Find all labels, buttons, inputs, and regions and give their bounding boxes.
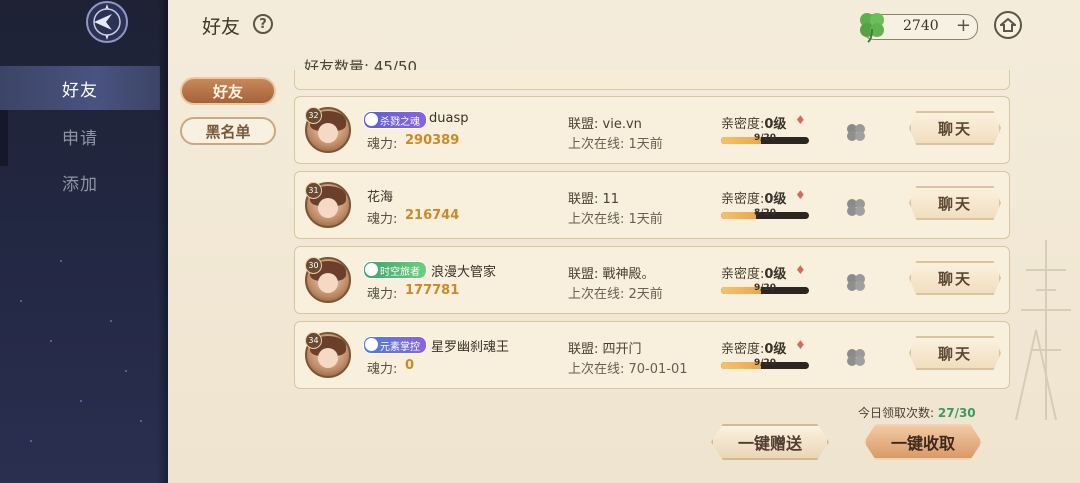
friend-name: duasp <box>429 111 469 126</box>
clover-gift-icon[interactable] <box>845 346 867 368</box>
currency-display: 2740 + <box>860 13 978 43</box>
level-badge: 32 <box>305 107 322 124</box>
friend-name: 浪漫大管家 <box>431 265 497 280</box>
last-online: 上次在线: 70-01-01 <box>568 362 688 377</box>
last-online: 上次在线: 1天前 <box>568 212 663 227</box>
clover-gift-icon[interactable] <box>845 271 867 293</box>
soul-label: 魂力: <box>367 137 398 152</box>
soul-value: 290389 <box>405 133 460 148</box>
sidebar-item-requests[interactable]: 申请 <box>0 114 160 158</box>
alliance: 联盟: 四开门 <box>568 342 642 357</box>
level-badge: 31 <box>305 182 322 199</box>
soul-label: 魂力: <box>367 362 398 377</box>
heart-icon: ♦ <box>795 188 806 202</box>
tab-label: 黑名单 <box>205 122 251 141</box>
last-online: 上次在线: 2天前 <box>568 287 663 302</box>
friend-card: 31 花海 魂力: 216744 联盟: 11 上次在线: 1天前 亲密度:0级… <box>294 171 1010 239</box>
clover-icon <box>860 13 884 43</box>
sidebar-item-label: 申请 <box>62 128 98 149</box>
intimacy-text: 亲密度: <box>721 267 765 282</box>
friend-card: 30 时空旅者 浪漫大管家 魂力: 177781 联盟: 戰神殿。 上次在线: … <box>294 246 1010 314</box>
title-badge-label: 时空旅者 <box>380 266 420 278</box>
intimacy-label: 亲密度:0级 <box>721 113 786 132</box>
intimacy-label: 亲密度:0级 <box>721 188 786 207</box>
emblem-icon <box>86 1 128 43</box>
friend-name: 花海 <box>367 190 394 205</box>
intimacy-level: 0级 <box>764 192 787 207</box>
add-currency-button[interactable]: + <box>956 15 971 36</box>
heart-icon: ♦ <box>795 338 806 352</box>
background-sketch <box>1015 240 1071 421</box>
title-badge: 杀戮之魂 <box>363 111 427 129</box>
title-badge-label: 元素掌控 <box>380 341 420 353</box>
intimacy-label: 亲密度:0级 <box>721 338 786 357</box>
tab-label: 好友 <box>212 82 243 101</box>
home-icon <box>1000 18 1016 32</box>
chat-button[interactable]: 聊天 <box>909 186 1001 220</box>
intimacy-progress: 9/20 <box>753 358 777 368</box>
soul-label: 魂力: <box>367 287 398 302</box>
intimacy-progress: 9/20 <box>753 133 777 143</box>
heart-icon: ♦ <box>795 263 806 277</box>
heart-icon: ♦ <box>795 113 806 127</box>
soul-value: 0 <box>405 358 415 373</box>
sidebar: 好友 申请 添加 <box>0 0 168 483</box>
level-badge: 30 <box>305 257 322 274</box>
soul-value: 216744 <box>405 208 460 223</box>
soul-value: 177781 <box>405 283 460 298</box>
list-top-edge <box>294 70 1010 90</box>
soul-label: 魂力: <box>367 212 398 227</box>
daily-claims-label: 今日领取次数: <box>858 406 935 420</box>
home-button[interactable] <box>994 11 1022 39</box>
question-icon[interactable]: ? <box>253 14 273 34</box>
intimacy-text: 亲密度: <box>721 342 765 357</box>
currency-amount: 2740 <box>903 18 939 34</box>
intimacy-progress: 8/20 <box>753 208 777 218</box>
alliance: 联盟: 11 <box>568 192 620 207</box>
intimacy-text: 亲密度: <box>721 192 765 207</box>
daily-claims-value: 27/30 <box>937 406 976 420</box>
intimacy-progress: 9/20 <box>753 283 777 293</box>
daily-claims: 今日领取次数: 27/30 <box>858 404 976 421</box>
claim-all-button[interactable]: 一键收取 <box>864 424 982 460</box>
friend-card: 32 杀戮之魂 duasp 魂力: 290389 联盟: vie.vn 上次在线… <box>294 96 1010 164</box>
intimacy-level: 0级 <box>764 117 787 132</box>
alliance: 联盟: 戰神殿。 <box>568 267 655 282</box>
level-badge: 34 <box>305 332 322 349</box>
title-badge: 时空旅者 <box>363 261 427 279</box>
sidebar-item-label: 添加 <box>62 174 98 195</box>
chat-button[interactable]: 聊天 <box>909 336 1001 370</box>
friend-card: 34 元素掌控 星罗幽刹魂王 魂力: 0 联盟: 四开门 上次在线: 70-01… <box>294 321 1010 389</box>
title-badge-label: 杀戮之魂 <box>380 116 420 128</box>
friend-name: 星罗幽刹魂王 <box>431 340 510 355</box>
alliance: 联盟: vie.vn <box>568 117 642 132</box>
chat-button[interactable]: 聊天 <box>909 261 1001 295</box>
clover-gift-icon[interactable] <box>845 196 867 218</box>
intimacy-level: 0级 <box>764 267 787 282</box>
intimacy-text: 亲密度: <box>721 117 765 132</box>
sidebar-item-add[interactable]: 添加 <box>0 160 160 204</box>
tab-blacklist[interactable]: 黑名单 <box>180 117 276 145</box>
last-online: 上次在线: 1天前 <box>568 137 663 152</box>
tab-friends[interactable]: 好友 <box>180 77 276 105</box>
intimacy-label: 亲密度:0级 <box>721 263 786 282</box>
clover-gift-icon[interactable] <box>845 121 867 143</box>
title-badge: 元素掌控 <box>363 336 427 354</box>
send-all-button[interactable]: 一键赠送 <box>711 424 829 460</box>
intimacy-level: 0级 <box>764 342 787 357</box>
page-title: 好友 <box>202 16 241 38</box>
sidebar-item-friends[interactable]: 好友 <box>0 66 160 110</box>
chat-button[interactable]: 聊天 <box>909 111 1001 145</box>
sidebar-item-label: 好友 <box>62 80 98 101</box>
